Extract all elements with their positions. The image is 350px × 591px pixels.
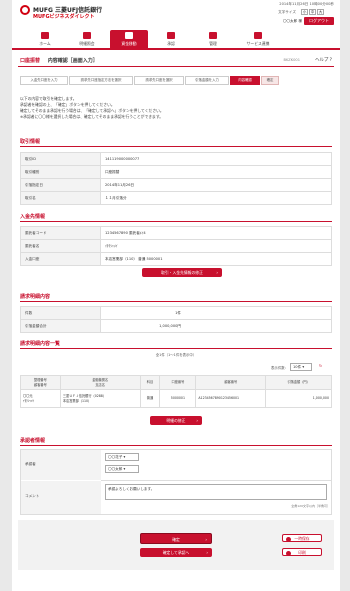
chevron-right-icon: › [196,418,198,423]
nav-home[interactable]: ホーム [26,30,64,48]
service-name: MUFGビジネスダイレクト [33,14,95,20]
row-divider [101,480,331,481]
confirm-and-approve-button[interactable]: 確定して承認へ › [140,548,212,557]
mufg-logo-icon [20,5,30,15]
print-icon [286,550,291,556]
section-divider [20,146,332,147]
page-container: MUFG 三菱UFJ信託銀行 MUFGビジネスダイレクト 2014年11月26日… [12,0,340,591]
title-divider [18,66,334,67]
text-size-small-button[interactable]: 小 [301,9,308,15]
edit-transaction-button[interactable]: 取引・入金先情報の修正 › [142,268,222,277]
section-divider [20,221,332,222]
help-link[interactable]: ヘルプ ? [315,57,332,63]
section-title-detail-list: 請求明細内容一覧 [20,341,61,347]
user-name: 〇〇太郎 様 [282,19,302,23]
table-row: 件数 1件 [20,306,332,320]
billing-table: 件数 1件 引落金額合計 1,000,000円 [20,306,332,333]
section-title-transaction: 取引情報 [20,139,41,145]
step-6: 確定 [261,76,279,85]
table-row: 取引ID 141119000000077 [20,152,332,166]
reload-icon[interactable]: ↻ [319,364,322,368]
table-header-row: 整理番号 顧客番号 金融機関名 支店名 科目 口座番号 顧客番号 引落金額（円） [20,375,332,390]
table-row: 〇〇元 ｲﾀｸｼｬﾒｲ 三菱ＵＦＪ信託銀行（0288） 本店営業部（110） 普… [20,389,332,408]
approval-icon [167,32,175,39]
notice-line-3: 確定してそのまま承認を行う場合は、「確定して承認へ」ボタンを押してください。 [20,108,164,113]
logout-button[interactable]: ログアウト [304,17,334,25]
approver-label: 承認者 [25,462,36,466]
section-divider [20,348,332,349]
table-row: 委託者名 ｲﾀｸｼｬﾒｲ [20,239,332,253]
screen-id: BKZK001 [283,58,300,62]
chevron-down-icon: ▾ [123,455,126,459]
step-1: 入金先口座を入力 [20,76,68,85]
document-icon [83,32,91,39]
section-title-deposit: 入金先情報 [20,214,46,220]
comment-note: 全角120文字以内［半角可］ [291,504,330,508]
deposit-table: 委託者コード 1234567890 委託者ﾒｲ4 委託者名 ｲﾀｸｼｬﾒｲ 入金口座… [20,226,332,266]
result-count: 全1件（1～1件を表示中） [155,353,197,357]
chevron-right-icon: › [206,550,208,555]
section-title-billing: 請求明細内容 [20,294,51,300]
notice-line-4: ※承認者に〇〇様を選択した場合は、確定してそのまま承認を行うことができます。 [20,114,164,119]
section-divider [20,445,332,446]
home-icon [41,32,49,39]
settings-icon [209,32,217,39]
nav-approval[interactable]: 承認 [152,30,190,48]
comment-label: コメント [25,494,40,498]
section-title-approver: 承認者情報 [20,438,46,444]
approver-select-1[interactable]: 〇〇花子 ▾ [105,453,139,461]
step-3: 請求先口座を選択 [134,76,184,85]
table-row: 委託者コード 1234567890 委託者ﾒｲ4 [20,226,332,240]
per-page-select[interactable]: 10件 ▾ [290,363,312,371]
current-datetime: 2014年11月26日 10時00分00秒 [279,2,334,6]
save-icon [286,536,291,542]
notice-line-2: 承認者を確認の上、「確定」ボタンを押してください。 [20,102,115,107]
table-row: 引落金額合計 1,000,000円 [20,319,332,333]
chevron-down-icon: ▾ [302,365,305,369]
edit-details-button[interactable]: 明細の修正 › [150,416,202,425]
action-area [18,520,334,570]
save-draft-button[interactable]: 一時保存 [282,534,322,542]
step-2: 請求先口座指定方法を選択 [69,76,133,85]
comment-textarea[interactable]: 承認よろしくお願いします。 [105,484,327,500]
table-row: 取引種別 口座振替 [20,165,332,179]
nav-fund-transfer[interactable]: 資金移動 [110,30,148,48]
transaction-table: 取引ID 141119000000077 取引種別 口座振替 引落指定日 2014年1… [20,152,332,205]
nav-management[interactable]: 管理 [194,30,232,48]
global-nav: ホーム 明細照会 資金移動 承認 管理 サービス連携 [12,30,340,50]
chevron-right-icon: › [216,270,218,275]
page-title: 口座振替 内容確認［画面入力］ [20,58,98,64]
text-size-label: 文字サイズ [278,10,296,14]
link-icon [254,32,262,39]
text-size-medium-button[interactable]: 中 [309,9,316,15]
notice-line-1: 以下の内容で取引を確定します。 [20,96,77,101]
text-size-large-button[interactable]: 大 [317,9,324,15]
help-icon: ? [329,58,332,63]
per-page-label: 表示件数： [271,366,288,370]
approver-select-2[interactable]: 〇〇太郎 ▾ [105,465,139,473]
detail-table: 整理番号 顧客番号 金融機関名 支店名 科目 口座番号 顧客番号 引落金額（円）… [20,375,332,408]
nav-service-link[interactable]: サービス連携 [236,30,280,48]
section-divider [20,301,332,302]
confirm-button[interactable]: 確定 › [140,533,212,544]
chevron-right-icon: › [205,537,207,542]
step-5-current: 内容確認 [230,76,260,85]
nav-statements[interactable]: 明細照会 [68,30,106,48]
transfer-icon [125,32,133,39]
table-row: 引落指定日 2014年11月26日 [20,178,332,192]
chevron-down-icon: ▾ [123,467,126,471]
step-4: 引落金額を入力 [185,76,229,85]
print-button[interactable]: 印刷 [282,548,322,556]
table-row: 入金口座 本店営業部（110） 普通 5000001 [20,252,332,266]
table-row: 取引名 １１月引落分 [20,191,332,205]
